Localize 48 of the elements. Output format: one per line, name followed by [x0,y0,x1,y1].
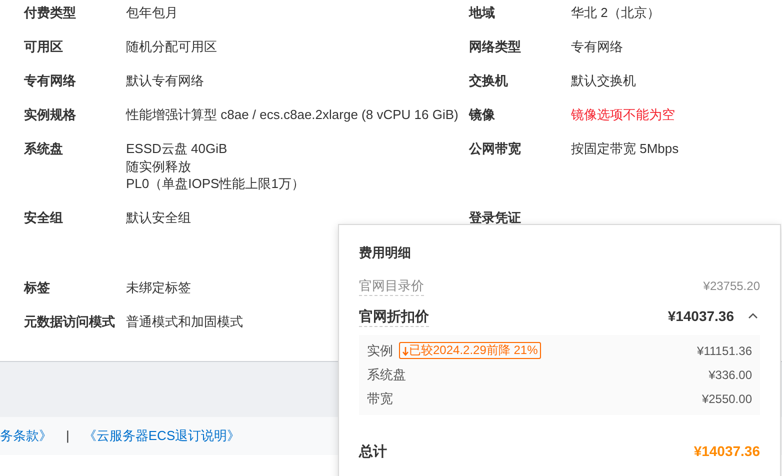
down-arrow-icon [402,346,409,356]
field-label: 专有网络 [23,72,77,90]
popup-title: 费用明细 [359,244,412,262]
field-value: 随机分配可用区 [126,38,217,56]
field-value: 默认专有网络 [126,72,204,90]
separator: | [66,426,70,445]
field-value: 包年包月 [126,4,178,22]
field-label: 标签 [22,278,51,296]
field-value: ESSD云盘 40GiB [126,140,228,158]
field-value: 普通模式和加固模式 [126,312,243,330]
total-amount: ¥14037.36 [694,442,760,460]
item-amount: ¥336.00 [708,366,752,384]
item-label: 系统盘 [367,366,406,384]
chevron-up-icon [748,313,758,319]
price-label: 官网折扣价 [359,306,429,326]
item-amount: ¥11151.36 [697,342,752,360]
field-label: 安全组 [23,208,64,226]
price-label: 官网目录价 [359,276,424,296]
field-label: 元数据访问模式 [23,312,116,330]
field-value: 默认交换机 [571,72,636,90]
field-value: PL0（单盘IOPS性能上限1万） [126,175,304,192]
field-value: 专有网络 [571,38,623,56]
field-label: 登录凭证 [469,208,522,226]
field-value: 未绑定标签 [126,278,191,296]
field-label: 网络类型 [469,38,522,56]
item-amount: ¥2550.00 [702,390,752,408]
field-label: 可用区 [23,38,64,56]
terms-link[interactable]: 务条款》 [0,426,52,446]
price-amount: ¥14037.36 [668,306,734,326]
field-label: 实例规格 [23,106,77,124]
terms-link[interactable]: 《云服务器ECS退订说明》 [83,426,240,446]
field-label: 公网带宽 [469,140,522,158]
field-label: 地域 [469,4,496,22]
field-value: 默认安全组 [126,208,191,226]
field-value: 华北 2（北京） [571,4,660,22]
field-value: 性能增强计算型 c8ae / ecs.c8ae.2xlarge (8 vCPU 16 GiB) [126,106,458,124]
field-label: 镜像 [469,106,496,124]
discount-badge: 已较2024.2.29前降 21% [399,342,541,359]
item-label: 带宽 [367,390,393,408]
field-label: 交换机 [469,72,509,90]
total-label: 总计 [359,442,387,460]
error-message: 镜像选项不能为空 [571,106,675,124]
item-label: 实例 [367,342,393,360]
field-value: 按固定带宽 5Mbps [571,140,679,158]
field-label: 付费类型 [22,4,77,22]
field-label: 系统盘 [23,140,64,158]
price-amount: ¥23755.20 [703,278,760,295]
field-value: 随实例释放 [126,158,192,175]
